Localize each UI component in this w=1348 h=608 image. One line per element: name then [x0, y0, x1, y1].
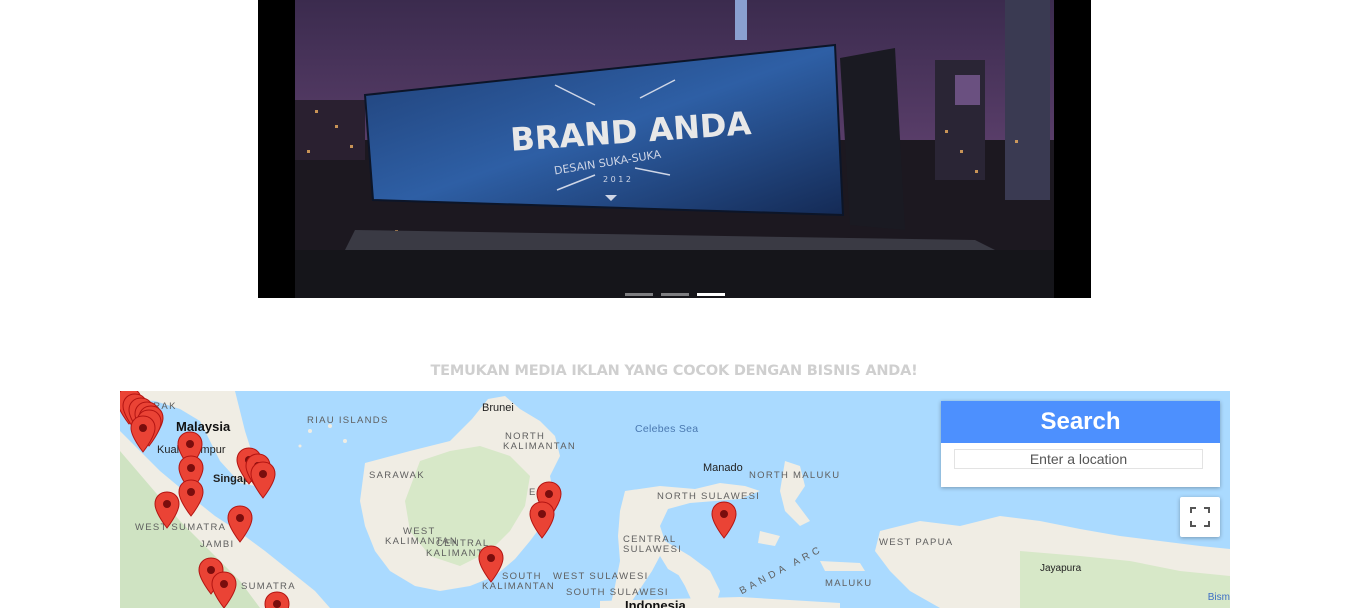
label-manado: Manado: [703, 462, 743, 474]
section-heading: TEMUKAN MEDIA IKLAN YANG COCOK DENGAN BI…: [430, 363, 918, 379]
map-marker-icon[interactable]: [211, 571, 237, 608]
search-title: Search: [941, 401, 1220, 443]
label-central-sulawesi-2: SULAWESI: [623, 544, 683, 555]
fullscreen-button[interactable]: [1180, 497, 1220, 537]
label-south-sulawesi: SOUTH SULAWESI: [566, 587, 669, 598]
label-west-sumatra: WEST SUMATRA: [135, 522, 227, 533]
slide-indicator-2[interactable]: [660, 293, 689, 296]
label-brunei: Brunei: [482, 402, 514, 414]
label-north-maluku: NORTH MALUKU: [749, 470, 841, 481]
label-west-papua: WEST PAPUA: [879, 537, 954, 548]
page: BRAND ANDA DESAIN SUKA-SUKA 2 0 1 2 TEMU…: [0, 0, 1348, 608]
label-celebes-sea: Celebes Sea: [635, 423, 699, 435]
label-sarawak: SARAWAK: [369, 470, 425, 481]
map-marker-icon[interactable]: [264, 591, 290, 608]
label-indonesia: Indonesia: [625, 598, 686, 608]
map-marker-icon[interactable]: [130, 415, 156, 453]
map-marker-icon[interactable]: [227, 505, 253, 543]
label-west-sulawesi: WEST SULAWESI: [553, 571, 649, 582]
map-marker-icon[interactable]: [154, 491, 180, 529]
map-marker-icon[interactable]: [711, 501, 737, 539]
fullscreen-icon: [1190, 507, 1210, 527]
image-slider[interactable]: BRAND ANDA DESAIN SUKA-SUKA 2 0 1 2: [258, 0, 1091, 298]
map-marker-icon[interactable]: [178, 479, 204, 517]
label-north-kalimantan-2: KALIMANTAN: [503, 441, 577, 452]
label-maluku: MALUKU: [825, 578, 873, 589]
billboard-slide-image: BRAND ANDA DESAIN SUKA-SUKA 2 0 1 2: [295, 0, 1054, 298]
slider-indicators: [258, 293, 1091, 296]
map-attribution: Bism: [1207, 592, 1230, 603]
map[interactable]: PERAK Malaysia Kuala Lumpur Singapore RI…: [120, 391, 1230, 608]
map-marker-icon[interactable]: [529, 501, 555, 539]
label-riau-islands: RIAU ISLANDS: [307, 415, 389, 426]
location-search-panel: Search: [941, 401, 1220, 487]
billboard-year: 2 0 1 2: [603, 175, 631, 184]
slide-indicator-3[interactable]: [696, 293, 725, 296]
slide-indicator-1[interactable]: [624, 293, 653, 296]
map-marker-icon[interactable]: [478, 545, 504, 583]
label-north-sulawesi: NORTH SULAWESI: [657, 491, 761, 502]
map-marker-icon[interactable]: [250, 461, 276, 499]
label-jayapura: Jayapura: [1040, 563, 1082, 574]
location-search-input[interactable]: [954, 449, 1203, 469]
